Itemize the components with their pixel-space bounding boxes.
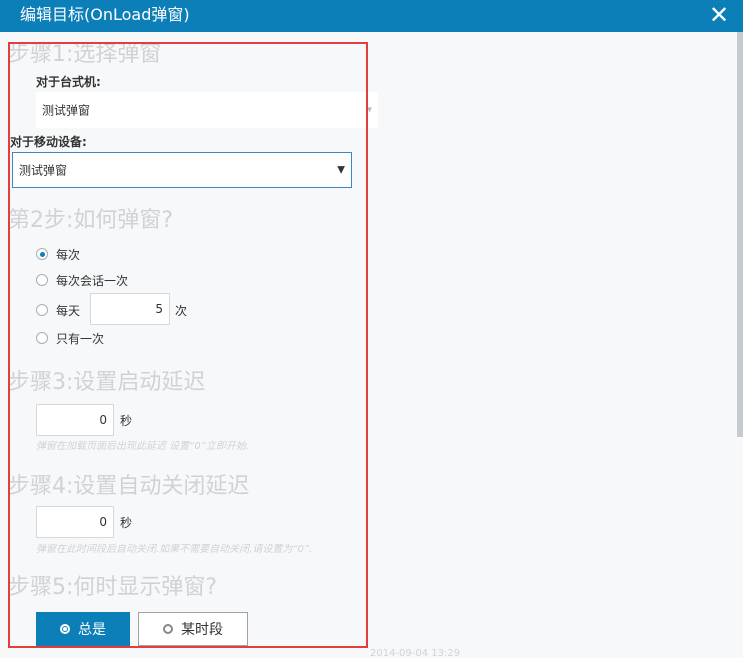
close-icon[interactable]: ✕ <box>705 1 733 29</box>
radio-button[interactable] <box>36 332 48 344</box>
auto-close-input[interactable]: 0 <box>36 506 114 538</box>
radio-only-once[interactable]: 只有一次 <box>36 329 104 347</box>
footer-timestamp: 2014-09-04 13:29 <box>370 648 461 659</box>
dialog-titlebar: 编辑目标(OnLoad弹窗) ✕ <box>0 0 743 32</box>
dialog-title: 编辑目标(OnLoad弹窗) <box>20 5 190 24</box>
always-label: 总是 <box>78 622 106 638</box>
step2-title: 第2步:如何弹窗? <box>8 208 174 233</box>
time-period-label: 某时段 <box>181 622 223 638</box>
daily-count-input[interactable]: 5 <box>90 293 170 325</box>
desktop-popup-select[interactable]: 测试弹窗 ▾ <box>36 92 378 128</box>
scrollbar[interactable] <box>737 32 743 437</box>
daily-unit: 次 <box>175 304 188 318</box>
desktop-label: 对于台式机: <box>36 75 101 89</box>
auto-close-hint: 弹窗在此时间段后自动关闭.如果不需要自动关闭,请设置为“0”. <box>36 544 313 555</box>
chevron-down-icon: ▼ <box>337 164 345 176</box>
step4-title: 步骤4:设置自动关闭延迟 <box>8 474 250 499</box>
radio-unchecked-icon <box>163 624 173 634</box>
radio-label: 只有一次 <box>56 331 105 346</box>
radio-button[interactable] <box>36 304 48 316</box>
step5-title: 步骤5:何时显示弹窗? <box>8 575 218 600</box>
mobile-label: 对于移动设备: <box>10 135 87 149</box>
auto-close-unit: 秒 <box>120 516 133 530</box>
radio-checked-icon <box>60 624 70 634</box>
mobile-select-value: 测试弹窗 <box>19 163 68 178</box>
radio-label: 每次会话一次 <box>56 273 129 288</box>
chevron-down-icon: ▾ <box>366 104 372 116</box>
radio-button[interactable] <box>36 274 48 286</box>
step1-title: 步骤1:选择弹窗 <box>8 42 162 67</box>
radio-button[interactable] <box>36 248 48 260</box>
time-period-button[interactable]: 某时段 <box>138 612 248 646</box>
radio-label: 每天 <box>56 303 81 318</box>
radio-daily[interactable]: 每天 <box>36 301 80 319</box>
step3-title: 步骤3:设置启动延迟 <box>8 370 206 395</box>
start-delay-input[interactable]: 0 <box>36 404 114 436</box>
desktop-select-value: 测试弹窗 <box>42 103 91 118</box>
start-delay-hint: 弹窗在加载页面后出现此延迟 设置“0”立即开始. <box>36 441 250 452</box>
mobile-popup-select[interactable]: 测试弹窗 ▼ <box>12 152 352 188</box>
always-button[interactable]: 总是 <box>36 612 130 646</box>
start-delay-unit: 秒 <box>120 414 133 428</box>
radio-label: 每次 <box>56 247 81 262</box>
radio-once-per-session[interactable]: 每次会话一次 <box>36 271 128 289</box>
radio-every-time[interactable]: 每次 <box>36 245 80 263</box>
